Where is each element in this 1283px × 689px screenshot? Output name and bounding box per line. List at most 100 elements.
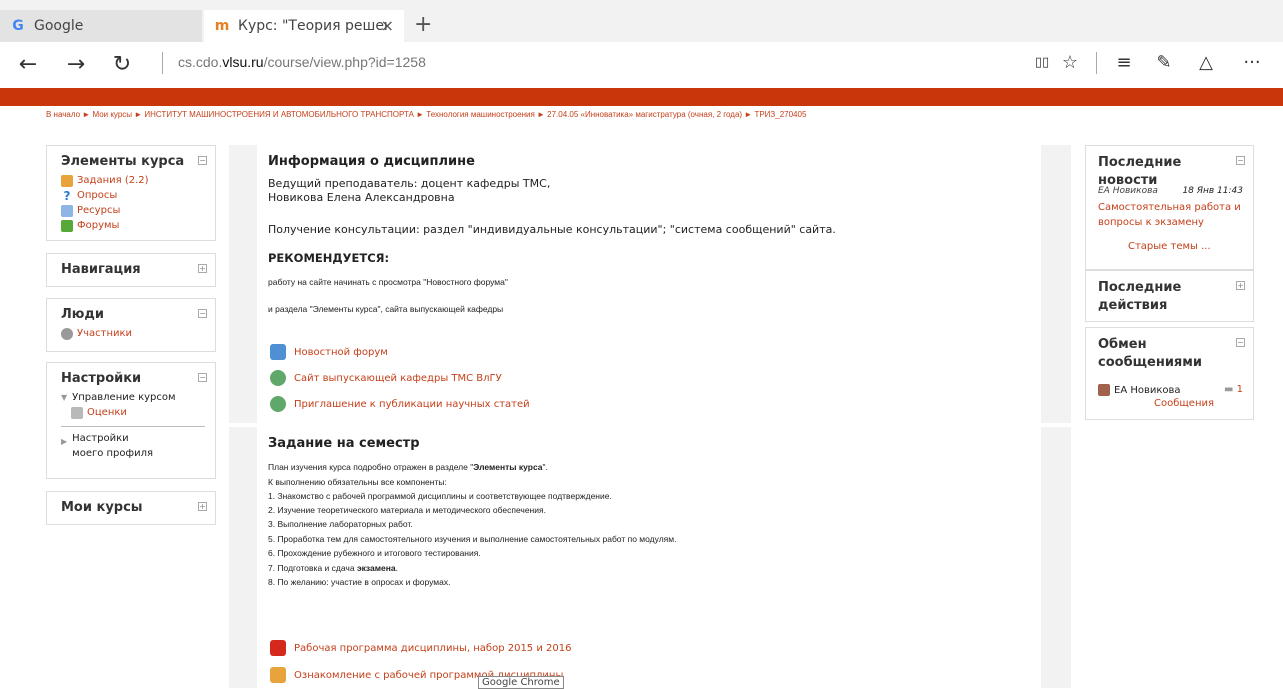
share-icon[interactable]: △ [1194, 52, 1218, 76]
url-host: cs.cdo. [178, 54, 223, 70]
block-navigation: Навигация + [46, 253, 216, 287]
plan-bold: Элементы курса [473, 462, 543, 472]
block-title: Настройки [61, 371, 142, 386]
collapse-icon[interactable]: − [1236, 338, 1245, 347]
question-icon: ? [63, 188, 71, 203]
forward-icon[interactable]: → [62, 52, 90, 80]
news-date: 18 Янв 11:43 [1182, 186, 1243, 196]
hub-icon[interactable]: ≡ [1112, 52, 1136, 76]
close-icon[interactable]: × [381, 16, 394, 35]
recommend-text-2: и раздела "Элементы курса", сайта выпуск… [268, 304, 504, 314]
block-latest-news: Последние новости − ЕА Новикова 18 Янв 1… [1085, 145, 1254, 270]
link[interactable]: Ресурсы [77, 203, 120, 218]
message-user[interactable]: ЕА Новикова [1098, 384, 1181, 396]
block-title: Мои курсы [61, 500, 143, 515]
link[interactable]: Оценки [87, 405, 127, 420]
teacher-line2: Новикова Елена Александровна [268, 191, 455, 204]
section-title: Задание на семестр [268, 436, 420, 451]
breadcrumb[interactable]: В начало ► Мои курсы ► ИНСТИТУТ МАШИНОСТ… [46, 110, 806, 119]
caret-right-icon: ▶ [61, 437, 68, 446]
block-my-courses: Мои курсы + [46, 491, 216, 525]
publication-link[interactable]: Приглашение к публикации научных статей [270, 396, 530, 412]
block-course-elements: Элементы курса − Задания (2.2) ? Опросы Р… [46, 145, 216, 241]
link[interactable]: Сайт выпускающей кафедры ТМС ВлГУ [294, 373, 502, 384]
site-header-bar [0, 88, 1283, 106]
task-item: 5. Проработка тем для самостоятельного и… [268, 534, 677, 544]
reading-view-icon[interactable]: ▯▯ [1030, 52, 1054, 76]
exam-bold: экзамена [356, 563, 396, 573]
block-people: Люди − Участники [46, 298, 216, 352]
list-item[interactable]: Форумы [61, 218, 215, 233]
plan-text: План изучения курса подробно отражен в р… [268, 462, 548, 472]
block-title: Люди [61, 307, 105, 322]
intro-text: К выполнению обязательны все компоненты: [268, 477, 447, 487]
favorite-star-icon[interactable]: ☆ [1058, 52, 1082, 76]
task-item: 3. Выполнение лабораторных работ. [268, 519, 413, 529]
collapse-icon[interactable]: − [1236, 156, 1245, 165]
link[interactable]: Рабочая программа дисциплины, набор 2015… [294, 643, 571, 654]
consult-text: Получение консультации: раздел "индивиду… [268, 223, 836, 236]
news-post-link[interactable]: Самостоятельная работа и вопросы к экзам… [1098, 200, 1248, 230]
chat-icon: ▬ [1223, 384, 1234, 395]
grades-item[interactable]: Оценки [61, 405, 215, 420]
tooltip: Google Chrome [478, 676, 564, 689]
caret-down-icon: ▼ [61, 393, 68, 402]
block-messages: Обмен сообщениями − ЕА Новикова ▬ 1 Сооб… [1085, 327, 1254, 420]
tab-course[interactable]: m Курс: "Теория решения × [204, 10, 404, 42]
link[interactable]: Участники [77, 326, 132, 341]
link[interactable]: Опросы [77, 188, 117, 203]
dept-site-link[interactable]: Сайт выпускающей кафедры ТМС ВлГУ [270, 370, 502, 386]
url-icon [270, 396, 286, 412]
refresh-icon[interactable]: ↻ [108, 52, 136, 80]
program-link[interactable]: Рабочая программа дисциплины, набор 2015… [270, 640, 571, 656]
list-item[interactable]: Участники [61, 326, 215, 341]
list-item[interactable]: ? Опросы [61, 188, 215, 203]
divider [1096, 52, 1097, 74]
expand-icon[interactable]: + [1236, 281, 1245, 290]
collapse-icon[interactable]: − [198, 156, 207, 165]
course-admin-item[interactable]: ▼ Управление курсом [61, 390, 215, 405]
forum-icon [270, 344, 286, 360]
web-note-icon[interactable]: ✎ [1152, 52, 1176, 76]
block-title: Элементы курса [61, 154, 185, 169]
url-field[interactable]: cs.cdo.vlsu.ru/course/view.php?id=1258 [178, 54, 426, 70]
older-topics-link[interactable]: Старые темы ... [1128, 241, 1211, 252]
task-item: 8. По желанию: участие в опросах и форум… [268, 577, 451, 587]
assignment-icon [61, 174, 73, 187]
new-tab-button[interactable]: + [414, 14, 432, 36]
task-text: 7. Подготовка и сдача [268, 563, 357, 573]
link[interactable]: Форумы [77, 218, 119, 233]
url-icon [270, 370, 286, 386]
tab-google[interactable]: G Google [0, 10, 202, 42]
plan-pre: План изучения курса подробно отражен в р… [268, 462, 474, 472]
divider [61, 426, 205, 427]
section-semester: Задание на семестр План изучения курса п… [229, 427, 1071, 688]
expand-icon[interactable]: + [198, 502, 207, 511]
users-icon [61, 327, 73, 340]
task-item: 7. Подготовка и сдача экзамена. [268, 563, 398, 573]
count: 1 [1236, 384, 1243, 395]
teacher-line1: Ведущий преподаватель: доцент кафедры ТМ… [268, 177, 551, 190]
list-item[interactable]: Задания (2.2) [61, 173, 215, 188]
collapse-icon[interactable]: − [198, 373, 207, 382]
tab-title: Курс: "Теория решения [238, 18, 388, 34]
forum-icon [61, 219, 73, 232]
google-icon: G [12, 18, 24, 34]
block-title: Обмен сообщениями [1098, 337, 1203, 370]
link[interactable]: Задания (2.2) [77, 173, 149, 188]
more-icon[interactable]: ··· [1240, 52, 1264, 76]
section-content: Информация о дисциплине Ведущий преподав… [257, 145, 1041, 423]
messages-link[interactable]: Сообщения [1154, 398, 1214, 409]
link[interactable]: Новостной форум [294, 347, 388, 358]
list-item[interactable]: Ресурсы [61, 203, 215, 218]
block-title: Последние действия [1098, 280, 1182, 313]
back-icon[interactable]: ← [14, 52, 42, 80]
link[interactable]: Приглашение к публикации научных статей [294, 399, 530, 410]
expand-icon[interactable]: + [198, 264, 207, 273]
collapse-icon[interactable]: − [198, 309, 207, 318]
section-title: Информация о дисциплине [268, 154, 475, 169]
profile-settings-item[interactable]: ▶ Настройки моего профиля [61, 431, 215, 461]
news-forum-link[interactable]: Новостной форум [270, 344, 388, 360]
recommend-heading: РЕКОМЕНДУЕТСЯ: [268, 251, 390, 265]
block-title: Последние новости [1098, 155, 1182, 188]
